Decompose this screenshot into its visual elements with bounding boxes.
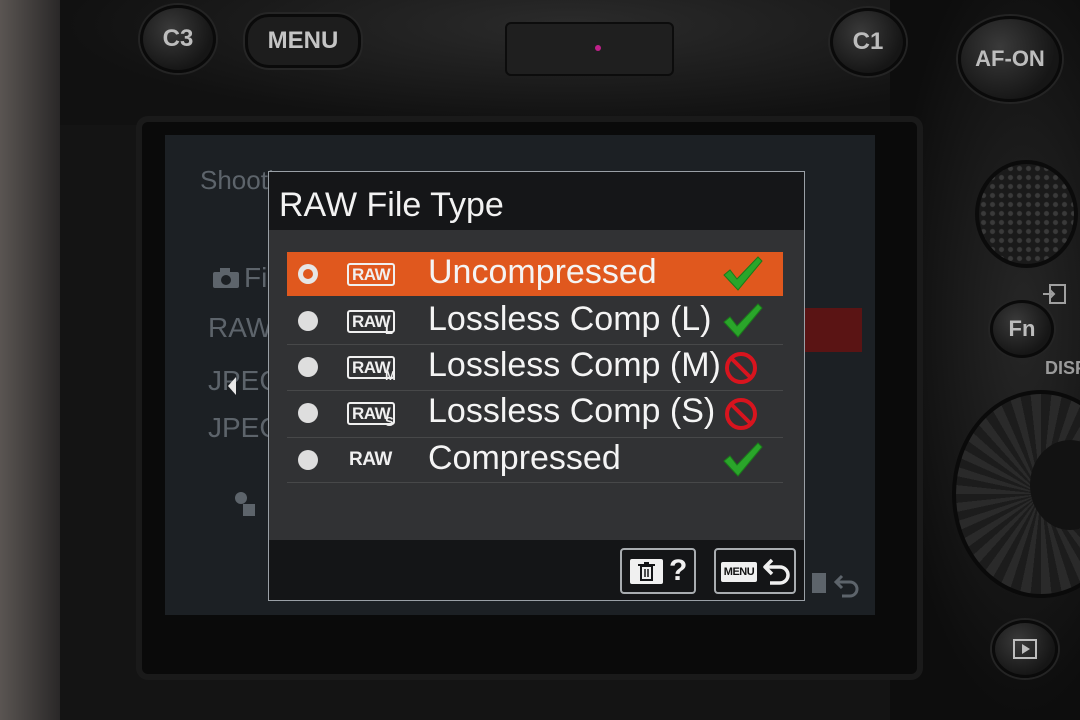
- prohibited-icon: [725, 398, 757, 430]
- option-row[interactable]: RAW Uncompressed: [287, 252, 783, 296]
- c1-button[interactable]: C1: [830, 8, 906, 76]
- back-button[interactable]: MENU: [714, 548, 796, 594]
- radio-button[interactable]: [298, 403, 318, 423]
- option-row[interactable]: RAW Compressed: [287, 438, 783, 483]
- image-export-icon: [1042, 282, 1068, 311]
- c3-button[interactable]: C3: [140, 5, 216, 73]
- help-button[interactable]: ?: [620, 548, 696, 594]
- raw-icon: RAW: [347, 263, 396, 286]
- option-label: Lossless Comp (S): [428, 392, 716, 430]
- viewfinder-eyepiece: [505, 22, 674, 76]
- help-label: ?: [669, 554, 688, 587]
- radio-button[interactable]: [298, 450, 318, 470]
- raw-lossless-l-icon: RAW L: [347, 310, 396, 337]
- check-icon: [723, 256, 763, 291]
- camera-body-left: [0, 0, 60, 720]
- option-label: Compressed: [428, 439, 621, 477]
- background-back-icon: [812, 568, 860, 603]
- option-row[interactable]: RAW S Lossless Comp (S): [287, 391, 783, 438]
- multi-selector-joystick[interactable]: [975, 160, 1078, 268]
- background-menu-item: Fi: [244, 262, 268, 293]
- option-row[interactable]: RAW M Lossless Comp (M): [287, 345, 783, 391]
- raw-file-type-dialog: RAW File Type RAW Uncompressed RAW L Lossles…: [268, 171, 805, 601]
- dialog-title: RAW File Type: [279, 186, 504, 224]
- background-highlight: [800, 308, 862, 352]
- option-label: Lossless Comp (L): [428, 300, 712, 338]
- radio-button[interactable]: [298, 264, 318, 284]
- option-row[interactable]: RAW L Lossless Comp (L): [287, 299, 783, 345]
- disp-label: DISP: [1045, 358, 1080, 378]
- background-menu-item: RAW: [208, 312, 273, 343]
- menu-badge: MENU: [721, 562, 757, 582]
- background-camera-icon: [212, 264, 240, 296]
- background-section-title: Shooti: [200, 165, 274, 195]
- eye-sensor-icon: [595, 45, 601, 51]
- dialog-header: RAW File Type: [269, 172, 804, 230]
- trash-icon: [630, 559, 663, 584]
- dialog-footer: ? MENU: [269, 540, 804, 600]
- left-arrow-icon: [226, 376, 238, 401]
- radio-button[interactable]: [298, 357, 318, 377]
- radio-button[interactable]: [298, 311, 318, 331]
- option-label: Uncompressed: [428, 253, 657, 291]
- playback-icon: [1013, 639, 1037, 659]
- option-label: Lossless Comp (M): [428, 346, 721, 384]
- menu-button[interactable]: MENU: [245, 14, 361, 68]
- prohibited-icon: [725, 352, 757, 384]
- check-icon: [723, 303, 763, 338]
- playback-button[interactable]: [992, 620, 1058, 678]
- background-settings-icon: [232, 490, 258, 523]
- check-icon: [723, 442, 763, 477]
- af-on-button[interactable]: AF-ON: [958, 16, 1062, 102]
- raw-lossless-m-icon: RAW M: [347, 356, 396, 383]
- return-arrow-icon: [763, 558, 790, 585]
- raw-lossless-s-icon: RAW S: [347, 402, 396, 429]
